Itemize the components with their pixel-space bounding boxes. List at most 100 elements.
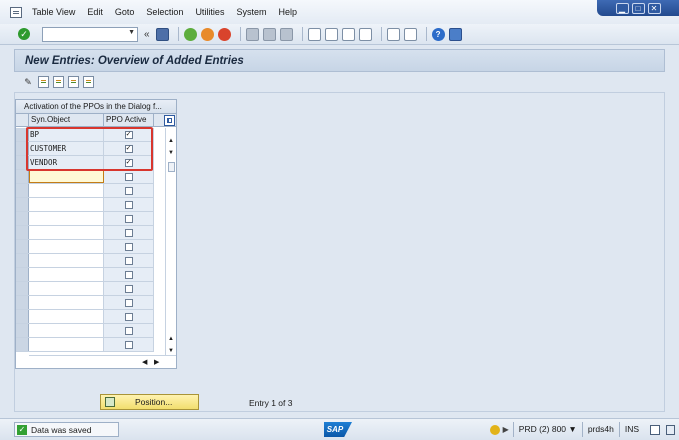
syn-object-cell[interactable]: VENDOR bbox=[29, 156, 104, 169]
copy-as-icon[interactable] bbox=[38, 76, 49, 88]
row-selector[interactable] bbox=[16, 268, 29, 281]
menu-edit[interactable]: Edit bbox=[87, 7, 103, 17]
vertical-scrollbar[interactable]: ▲ ▼ ▲ ▼ bbox=[165, 128, 176, 356]
key-icon[interactable] bbox=[489, 424, 500, 435]
ppo-active-checkbox[interactable] bbox=[124, 256, 133, 265]
back-icon[interactable] bbox=[183, 27, 197, 41]
row-selector[interactable] bbox=[16, 296, 29, 309]
command-field[interactable]: ▼ bbox=[42, 26, 138, 42]
ppo-active-checkbox[interactable]: ✓ bbox=[124, 158, 133, 167]
ppo-active-checkbox[interactable] bbox=[124, 326, 133, 335]
syn-object-cell[interactable] bbox=[29, 338, 104, 351]
minimize-button[interactable]: ▁ bbox=[615, 2, 629, 14]
position-button[interactable]: Position... bbox=[100, 394, 199, 410]
syn-object-cell[interactable] bbox=[29, 254, 104, 267]
enter-icon[interactable]: ✓ bbox=[18, 28, 30, 40]
row-selector[interactable] bbox=[16, 142, 29, 155]
ppo-active-checkbox[interactable] bbox=[124, 172, 133, 181]
syn-object-cell[interactable] bbox=[29, 324, 104, 337]
ppo-active-checkbox[interactable]: ✓ bbox=[124, 130, 133, 139]
syn-object-cell[interactable] bbox=[29, 170, 104, 183]
collapse-toolbar-icon[interactable]: « bbox=[144, 29, 150, 40]
close-button[interactable]: ✕ bbox=[647, 2, 661, 14]
input-mode[interactable]: INS bbox=[618, 422, 644, 437]
row-selector[interactable] bbox=[16, 254, 29, 267]
syn-object-cell[interactable] bbox=[29, 240, 104, 253]
row-selector[interactable] bbox=[16, 240, 29, 253]
row-selector[interactable] bbox=[16, 338, 29, 351]
play-icon[interactable]: ▶ bbox=[503, 425, 509, 434]
ppo-active-checkbox[interactable] bbox=[124, 186, 133, 195]
menu-table-view[interactable]: Table View bbox=[32, 7, 75, 17]
row-selector[interactable] bbox=[16, 128, 29, 141]
syn-object-cell[interactable] bbox=[29, 296, 104, 309]
save-icon[interactable] bbox=[155, 27, 169, 41]
menu-utilities[interactable]: Utilities bbox=[195, 7, 224, 17]
row-selector[interactable] bbox=[16, 282, 29, 295]
ppo-active-checkbox[interactable] bbox=[124, 270, 133, 279]
ppo-active-checkbox[interactable] bbox=[124, 200, 133, 209]
syn-object-cell[interactable]: CUSTOMER bbox=[29, 142, 104, 155]
display-change-icon[interactable]: ✎ bbox=[22, 76, 34, 88]
lock-icon[interactable] bbox=[666, 424, 675, 435]
chevron-down-icon[interactable]: ▼ bbox=[128, 29, 135, 36]
exit-icon[interactable] bbox=[200, 27, 214, 41]
row-selector[interactable] bbox=[16, 226, 29, 239]
row-selector[interactable] bbox=[16, 198, 29, 211]
find-icon[interactable] bbox=[262, 27, 276, 41]
row-selector[interactable] bbox=[16, 310, 29, 323]
last-page-icon[interactable] bbox=[358, 27, 372, 41]
previous-page-icon[interactable] bbox=[324, 27, 338, 41]
page-down-icon[interactable]: ▼ bbox=[168, 348, 174, 354]
scroll-right-icon[interactable]: ▶ bbox=[154, 358, 159, 366]
customize-menu-icon[interactable] bbox=[10, 6, 22, 18]
table-settings-icon[interactable] bbox=[164, 115, 175, 126]
select-all-rows-cell[interactable] bbox=[16, 114, 29, 126]
next-page-icon[interactable] bbox=[341, 27, 355, 41]
ppo-active-checkbox[interactable] bbox=[124, 340, 133, 349]
maximize-button[interactable]: □ bbox=[631, 2, 645, 14]
syn-object-cell[interactable] bbox=[29, 198, 104, 211]
layout-icon[interactable] bbox=[650, 424, 660, 435]
menu-system[interactable]: System bbox=[236, 7, 266, 17]
syn-object-cell[interactable] bbox=[29, 226, 104, 239]
menu-help[interactable]: Help bbox=[278, 7, 297, 17]
ppo-active-checkbox[interactable] bbox=[124, 284, 133, 293]
row-selector[interactable] bbox=[16, 324, 29, 337]
scroll-left-icon[interactable]: ◀ bbox=[142, 358, 147, 366]
row-selector[interactable] bbox=[16, 184, 29, 197]
find-next-icon[interactable] bbox=[279, 27, 293, 41]
system-info[interactable]: PRD (2) 800 ▼ bbox=[512, 422, 582, 437]
scroll-down-icon[interactable]: ▼ bbox=[168, 150, 174, 156]
ppo-active-checkbox[interactable] bbox=[124, 214, 133, 223]
status-message[interactable]: ✓ Data was saved bbox=[14, 422, 119, 437]
help-icon[interactable]: ? bbox=[431, 27, 445, 41]
ppo-active-checkbox[interactable] bbox=[124, 242, 133, 251]
ppo-active-checkbox[interactable]: ✓ bbox=[124, 144, 133, 153]
menu-goto[interactable]: Goto bbox=[115, 7, 135, 17]
menu-selection[interactable]: Selection bbox=[146, 7, 183, 17]
shortcut-icon[interactable] bbox=[403, 27, 417, 41]
ppo-active-checkbox[interactable] bbox=[124, 312, 133, 321]
ppo-active-checkbox[interactable] bbox=[124, 228, 133, 237]
horizontal-scrollbar[interactable]: ◀ ▶ bbox=[29, 355, 176, 368]
first-page-icon[interactable] bbox=[307, 27, 321, 41]
ppo-active-checkbox[interactable] bbox=[124, 298, 133, 307]
scroll-thumb[interactable] bbox=[168, 162, 175, 172]
deselect-all-icon[interactable] bbox=[83, 76, 94, 88]
row-selector[interactable] bbox=[16, 156, 29, 169]
row-selector[interactable] bbox=[16, 212, 29, 225]
syn-object-cell[interactable] bbox=[29, 212, 104, 225]
select-all-icon[interactable] bbox=[68, 76, 79, 88]
page-up-icon[interactable]: ▲ bbox=[168, 336, 174, 342]
syn-object-cell[interactable] bbox=[29, 310, 104, 323]
customize-layout-icon[interactable] bbox=[448, 27, 462, 41]
row-selector[interactable] bbox=[16, 170, 29, 183]
print-icon[interactable] bbox=[245, 27, 259, 41]
syn-object-cell[interactable] bbox=[29, 282, 104, 295]
column-header-syn-object[interactable]: Syn.Object bbox=[29, 114, 104, 126]
syn-object-cell[interactable] bbox=[29, 184, 104, 197]
scroll-up-icon[interactable]: ▲ bbox=[168, 138, 174, 144]
cancel-icon[interactable] bbox=[217, 27, 231, 41]
syn-object-cell[interactable] bbox=[29, 268, 104, 281]
